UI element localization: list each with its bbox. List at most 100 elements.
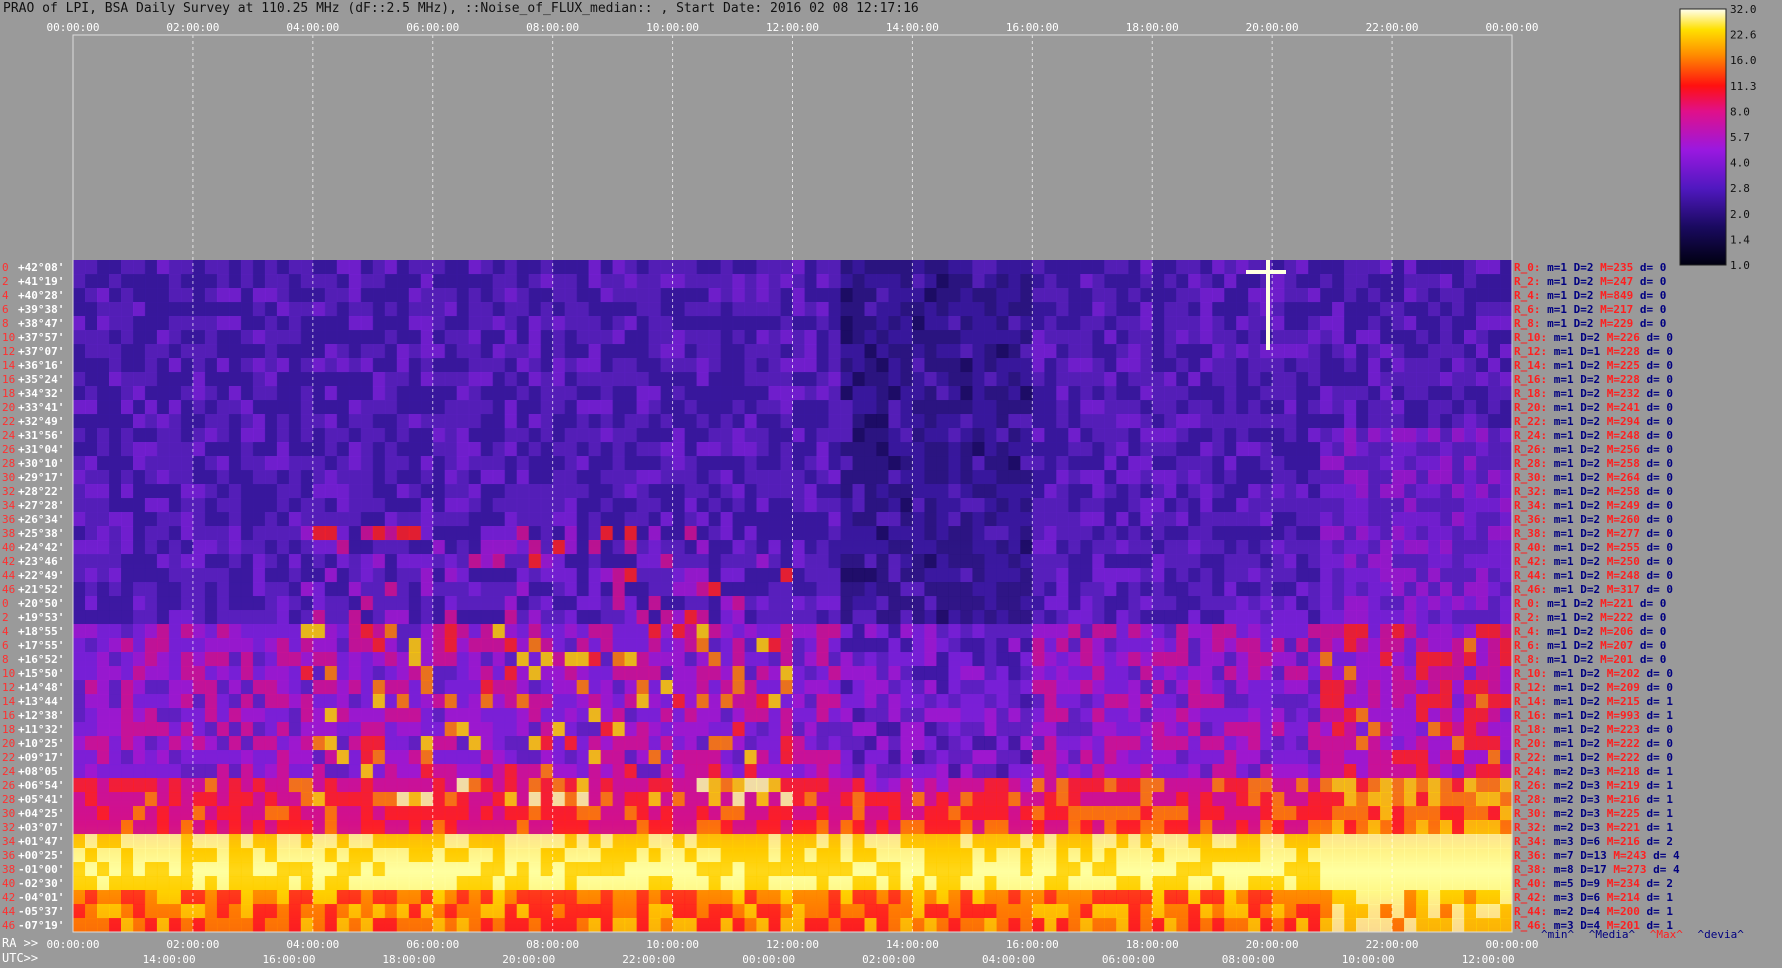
heatmap-cell — [1356, 330, 1369, 345]
heatmap-cell — [624, 302, 638, 317]
heatmap-cell — [168, 400, 182, 415]
heatmap-cell — [648, 666, 662, 681]
heatmap-cell — [588, 666, 602, 681]
heatmap-cell — [312, 638, 326, 653]
heatmap-cell — [97, 582, 110, 597]
heatmap-cell — [612, 498, 626, 513]
heatmap-cell — [240, 442, 254, 457]
heatmap-cell — [288, 400, 302, 415]
heatmap-cell — [840, 806, 854, 821]
heatmap-cell — [924, 596, 937, 611]
heatmap-cell — [396, 568, 410, 583]
heatmap-cell — [1488, 316, 1501, 331]
heatmap-cell — [564, 554, 578, 569]
heatmap-cell — [480, 750, 494, 765]
heatmap-cell — [1392, 442, 1405, 457]
heatmap-cell — [228, 778, 242, 793]
heatmap-cell — [1224, 316, 1237, 331]
heatmap-cell — [852, 288, 866, 303]
heatmap-cell — [133, 414, 146, 429]
heatmap-cell — [288, 526, 302, 541]
heatmap-cell — [1176, 302, 1189, 317]
heatmap-cell — [480, 484, 494, 499]
heatmap-cell — [360, 470, 374, 485]
heatmap-cell — [996, 386, 1009, 401]
heatmap-cell — [540, 568, 554, 583]
heatmap-cell — [1116, 484, 1129, 499]
heatmap-cell — [660, 750, 674, 765]
heatmap-cell — [684, 778, 698, 793]
heatmap-cell — [228, 722, 242, 737]
heatmap-cell — [756, 554, 770, 569]
heatmap-cell — [168, 708, 182, 723]
heatmap-cell — [684, 652, 698, 667]
heatmap-cell — [168, 498, 182, 513]
heatmap-cell — [408, 400, 422, 415]
heatmap-cell — [1284, 386, 1297, 401]
heatmap-cell — [276, 330, 290, 345]
heatmap-cell — [888, 386, 901, 401]
heatmap-cell — [588, 512, 602, 527]
heatmap-cell — [696, 834, 710, 849]
heatmap-cell — [1056, 722, 1069, 737]
heatmap-cell — [252, 820, 266, 835]
heatmap-cell — [1188, 582, 1201, 597]
heatmap-cell — [264, 316, 278, 331]
heatmap-cell — [1104, 344, 1117, 359]
heatmap-cell — [576, 610, 590, 625]
heatmap-cell — [1356, 694, 1369, 709]
heatmap-cell — [924, 456, 937, 471]
heatmap-cell — [1200, 764, 1213, 779]
heatmap-cell — [468, 582, 482, 597]
heatmap-cell — [852, 274, 866, 289]
heatmap-cell — [1500, 400, 1513, 415]
heatmap-cell — [504, 694, 518, 709]
heatmap-cell — [1056, 386, 1069, 401]
heatmap-cell — [1164, 638, 1177, 653]
heatmap-cell — [504, 722, 518, 737]
heatmap-cell — [900, 302, 913, 317]
heatmap-cell — [708, 834, 722, 849]
heatmap-cell — [804, 344, 818, 359]
heatmap-cell — [408, 582, 422, 597]
heatmap-cell — [1464, 652, 1477, 667]
heatmap-cell — [456, 750, 470, 765]
heatmap-cell — [1500, 274, 1513, 289]
heatmap-cell — [372, 498, 386, 513]
heatmap-cell — [1416, 484, 1429, 499]
heatmap-cell — [600, 526, 614, 541]
heatmap-cell — [804, 512, 818, 527]
heatmap-cell — [708, 750, 722, 765]
heatmap-cell — [109, 680, 122, 695]
heatmap-cell — [876, 694, 889, 709]
heatmap-cell — [156, 554, 170, 569]
heatmap-cell — [468, 540, 482, 555]
heatmap-cell — [720, 456, 734, 471]
heatmap-cell — [732, 330, 746, 345]
heatmap-cell — [156, 736, 170, 751]
heatmap-cell — [1356, 568, 1369, 583]
heatmap-cell — [1068, 708, 1081, 723]
heatmap-cell — [1224, 624, 1237, 639]
heatmap-cell — [888, 484, 901, 499]
heatmap-cell — [600, 358, 614, 373]
heatmap-cell — [1008, 288, 1021, 303]
heatmap-cell — [996, 260, 1009, 275]
heatmap-cell — [732, 834, 746, 849]
heatmap-cell — [888, 400, 901, 415]
heatmap-cell — [1428, 806, 1441, 821]
heatmap-cell — [492, 414, 506, 429]
heatmap-cell — [1368, 806, 1381, 821]
heatmap-cell — [936, 498, 949, 513]
heatmap-cell — [396, 806, 410, 821]
heatmap-cell — [900, 722, 913, 737]
heatmap-cell — [73, 708, 86, 723]
heatmap-cell — [516, 638, 530, 653]
heatmap-cell — [1128, 456, 1141, 471]
heatmap-cell — [660, 554, 674, 569]
heatmap-cell — [1380, 540, 1393, 555]
heatmap-cell — [73, 428, 86, 443]
heatmap-cell — [1368, 526, 1381, 541]
heatmap-cell — [432, 680, 446, 695]
heatmap-cell — [708, 610, 722, 625]
